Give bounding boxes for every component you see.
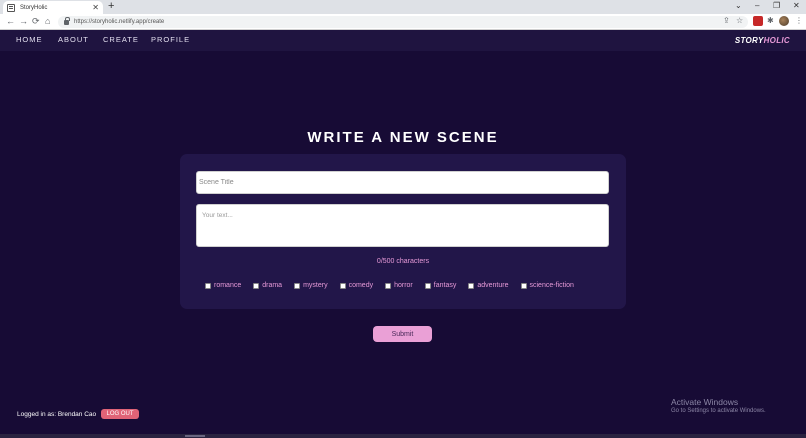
- genre-label: mystery: [303, 282, 328, 289]
- checkbox[interactable]: [468, 282, 475, 289]
- scene-title-input[interactable]: [196, 171, 609, 194]
- submit-button[interactable]: Submit: [373, 326, 432, 342]
- checkbox[interactable]: [385, 282, 392, 289]
- nav-profile[interactable]: PROFILE: [151, 35, 190, 44]
- genre-label: comedy: [348, 282, 374, 289]
- genre-label: science-fiction: [529, 282, 574, 289]
- genre-comedy[interactable]: comedy: [339, 282, 374, 289]
- nav-home[interactable]: HOME: [16, 35, 43, 44]
- checkbox[interactable]: [339, 282, 346, 289]
- home-icon[interactable]: ⌂: [45, 16, 50, 27]
- lock-icon: [64, 16, 70, 25]
- tab-close-icon[interactable]: ✕: [92, 3, 99, 12]
- minimize-button[interactable]: –: [755, 1, 759, 10]
- menu-icon[interactable]: ⋮: [795, 16, 803, 25]
- genre-label: fantasy: [433, 282, 457, 289]
- book-icon: [7, 3, 15, 12]
- url-bar[interactable]: https://storyholic.netlify.app/create: [58, 16, 748, 28]
- scene-text-area[interactable]: [196, 204, 609, 247]
- reload-icon[interactable]: ⟳: [32, 16, 40, 27]
- genre-science-fiction[interactable]: science-fiction: [520, 282, 574, 289]
- genre-horror[interactable]: horror: [385, 282, 413, 289]
- genre-label: adventure: [477, 282, 509, 289]
- logo-holic-text: HOLIC: [763, 36, 790, 45]
- restore-button[interactable]: ❐: [773, 1, 780, 10]
- checkbox[interactable]: [253, 282, 260, 289]
- share-icon[interactable]: ⇪: [723, 16, 730, 25]
- genre-checkbox-group: romance drama mystery comedy horror fant…: [205, 282, 574, 289]
- star-icon[interactable]: ☆: [736, 16, 743, 25]
- genre-label: horror: [394, 282, 413, 289]
- tab-title: StoryHolic: [20, 4, 48, 11]
- genre-drama[interactable]: drama: [253, 282, 282, 289]
- url-text: https://storyholic.netlify.app/create: [74, 19, 165, 25]
- checkbox[interactable]: [205, 282, 211, 289]
- bottom-edge: [0, 434, 806, 438]
- activate-windows-title: Activate Windows: [671, 397, 739, 407]
- nav-about[interactable]: ABOUT: [58, 35, 89, 44]
- page-title: WRITE A NEW SCENE: [307, 129, 499, 146]
- genre-fantasy[interactable]: fantasy: [424, 282, 457, 289]
- browser-tab[interactable]: StoryHolic ✕: [3, 1, 103, 14]
- character-counter: 0/500 characters: [376, 258, 430, 265]
- new-tab-button[interactable]: +: [108, 0, 114, 13]
- scene-form-card: 0/500 characters romance drama mystery c…: [180, 154, 626, 309]
- site-navbar: HOME ABOUT CREATE PROFILE STORYHOLIC: [0, 30, 806, 51]
- genre-adventure[interactable]: adventure: [468, 282, 509, 289]
- logo-story-text: STORY: [734, 36, 764, 45]
- site-logo[interactable]: STORYHOLIC: [735, 36, 790, 45]
- genre-mystery[interactable]: mystery: [294, 282, 328, 289]
- logout-button[interactable]: LOG OUT: [101, 409, 139, 419]
- extension-icon[interactable]: [753, 16, 763, 26]
- logged-in-status: Logged in as: Brendan Cao: [17, 411, 97, 418]
- tab-search-icon[interactable]: ⌄: [735, 1, 742, 10]
- back-icon[interactable]: ←: [6, 16, 15, 27]
- genre-label: drama: [262, 282, 283, 289]
- forward-icon[interactable]: →: [19, 16, 28, 27]
- close-window-button[interactable]: ✕: [793, 1, 800, 10]
- browser-address-bar: ← → ⟳ ⌂ https://storyholic.netlify.app/c…: [0, 14, 806, 30]
- profile-avatar[interactable]: [779, 16, 789, 26]
- checkbox[interactable]: [294, 282, 301, 289]
- checkbox[interactable]: [520, 282, 527, 289]
- browser-tab-bar: StoryHolic ✕ + ⌄ – ❐ ✕: [0, 0, 806, 14]
- scroll-thumb[interactable]: [185, 435, 205, 437]
- activate-windows-subtitle: Go to Settings to activate Windows.: [671, 408, 766, 414]
- puzzle-icon[interactable]: ✱: [767, 16, 774, 25]
- genre-romance[interactable]: romance: [205, 282, 241, 289]
- genre-label: romance: [214, 282, 242, 289]
- nav-create[interactable]: CREATE: [103, 35, 139, 44]
- checkbox[interactable]: [424, 282, 431, 289]
